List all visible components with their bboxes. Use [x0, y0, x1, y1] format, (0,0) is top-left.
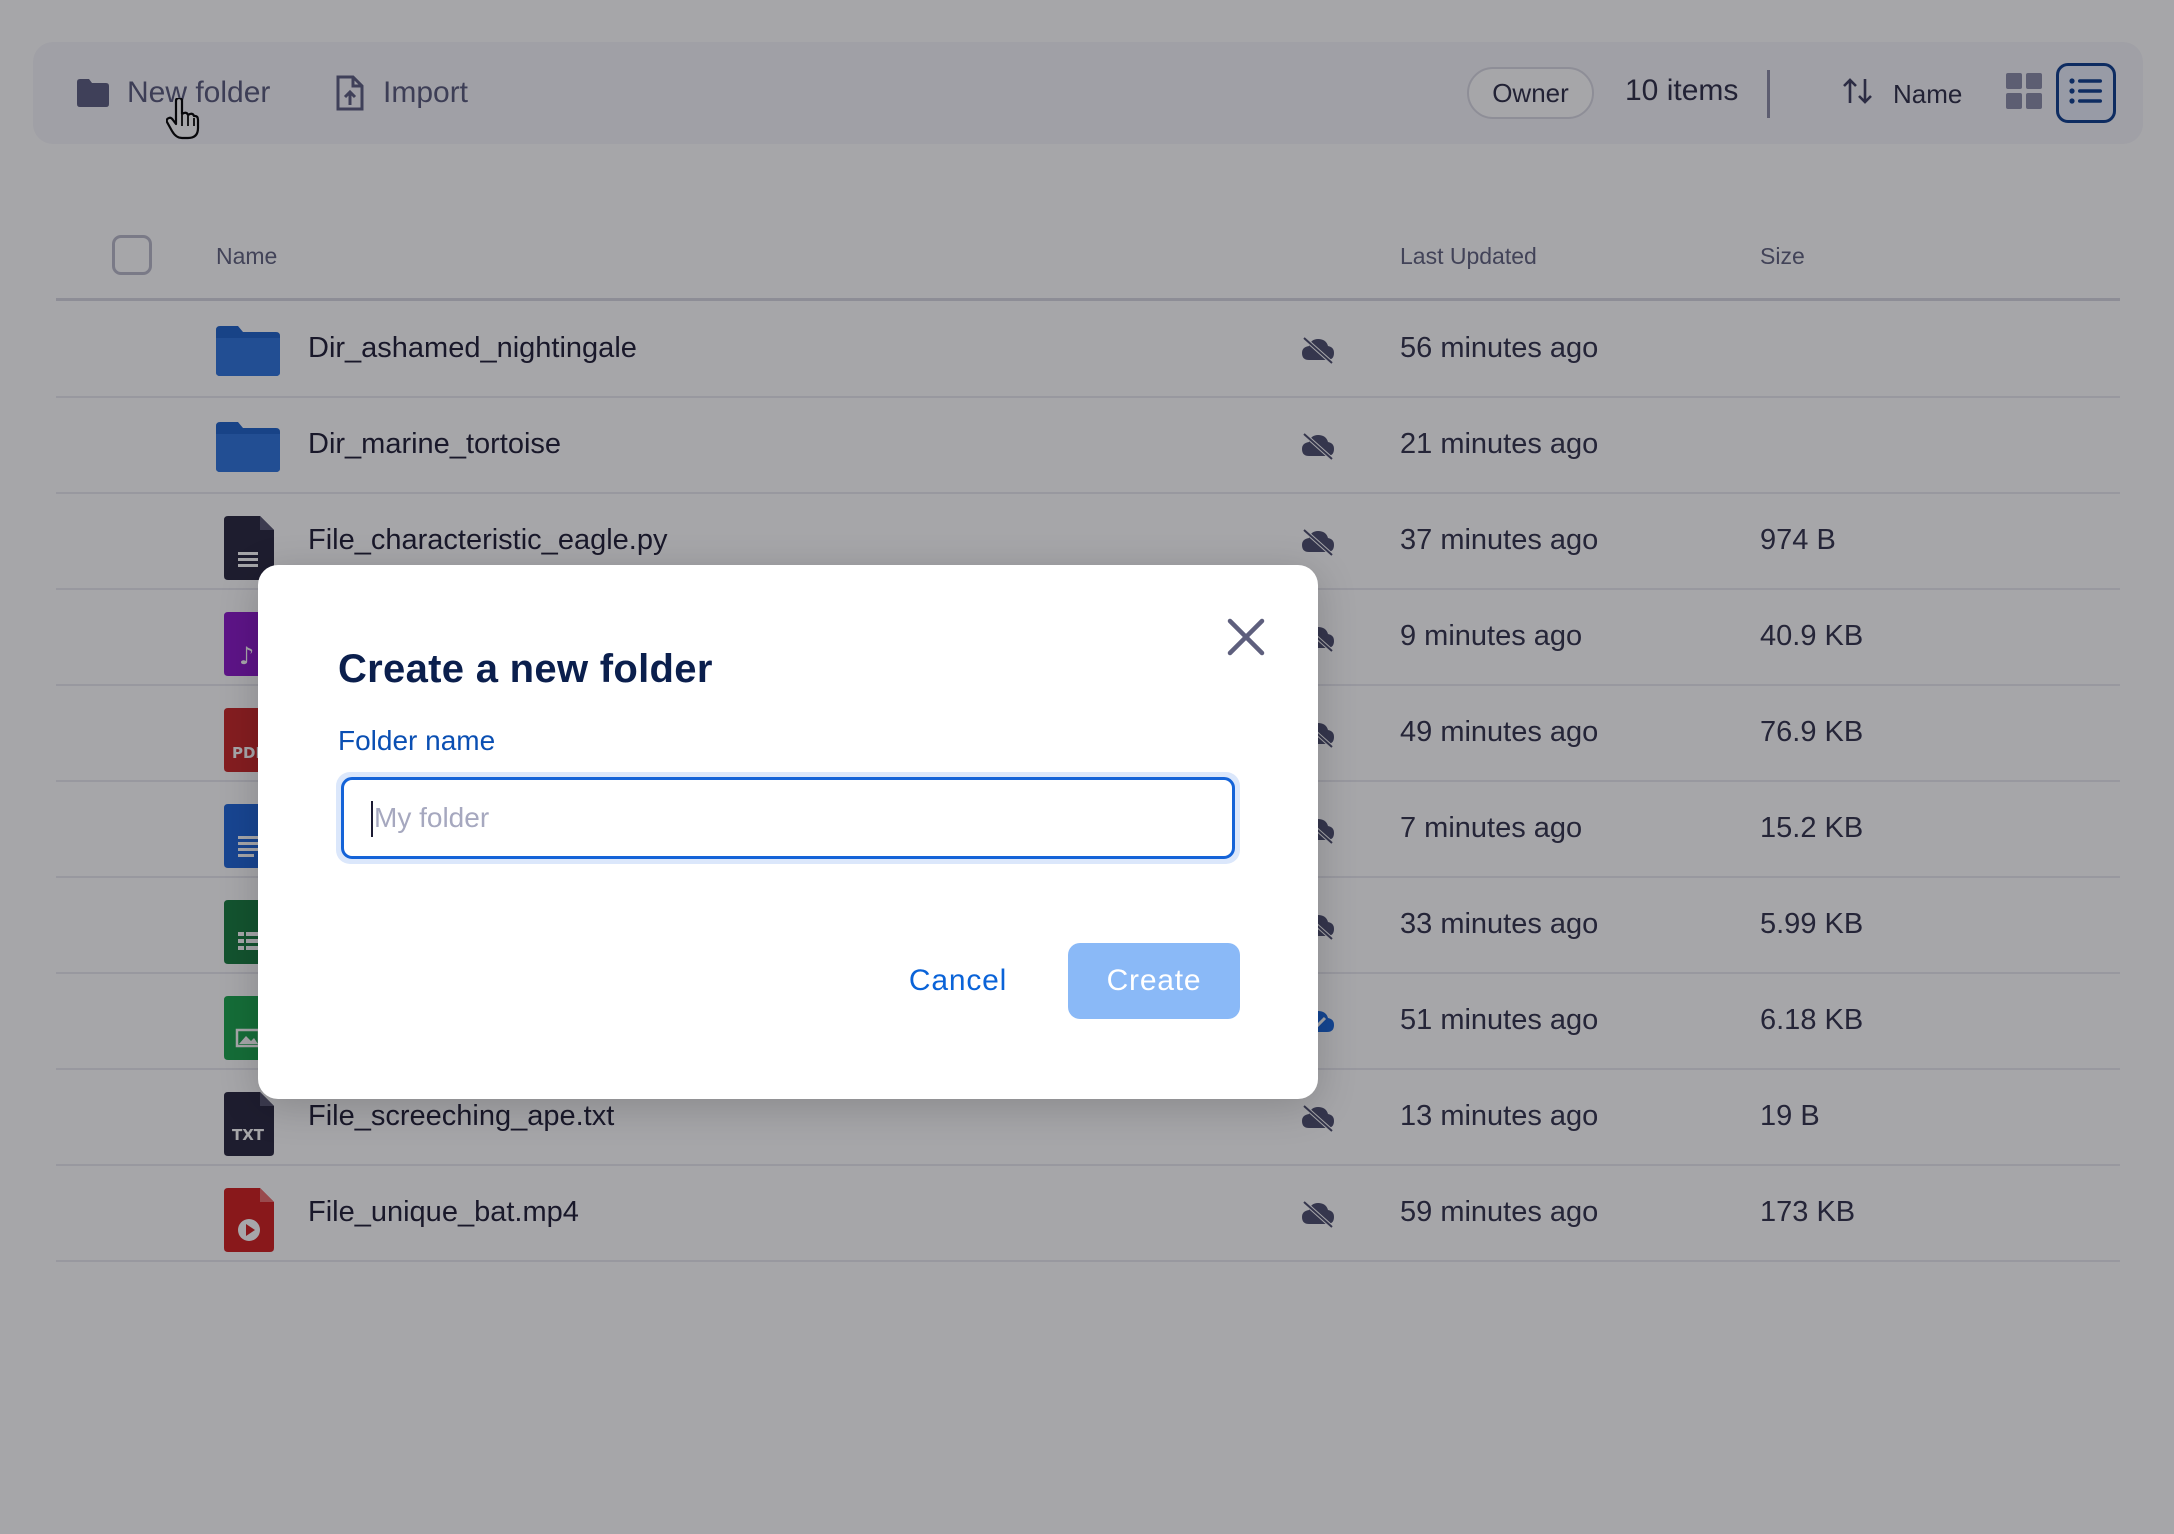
- text-caret: [371, 801, 373, 837]
- cancel-button[interactable]: Cancel: [870, 943, 1046, 1019]
- close-button[interactable]: [1220, 613, 1272, 665]
- folder-name-field-focus-ring: [336, 772, 1240, 864]
- folder-name-input[interactable]: [341, 777, 1235, 859]
- close-icon: [1227, 618, 1265, 661]
- dialog-title: Create a new folder: [338, 647, 713, 691]
- create-folder-dialog: Create a new folder Folder name Cancel C…: [258, 565, 1318, 1099]
- create-button[interactable]: Create: [1068, 943, 1240, 1019]
- folder-name-label: Folder name: [338, 725, 496, 756]
